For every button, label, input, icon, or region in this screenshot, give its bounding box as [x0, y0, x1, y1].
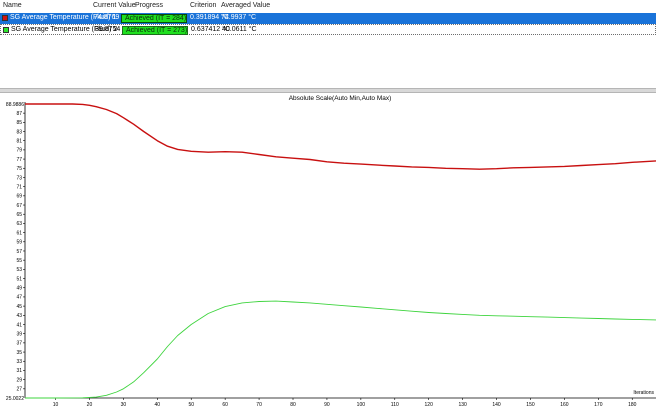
y-tick-label: 77 — [16, 157, 22, 163]
y-tick-label: 85 — [16, 120, 22, 126]
y-tick-label: 55 — [16, 258, 22, 264]
x-tick-label: 110 — [391, 402, 399, 408]
y-tick-label: 57 — [16, 249, 22, 255]
y-tick-label: 65 — [16, 212, 22, 218]
x-tick-label: 40 — [155, 402, 161, 408]
y-tick-label: 61 — [16, 230, 22, 236]
column-header-averaged-value[interactable]: Averaged Value — [221, 2, 270, 9]
x-tick-label: 50 — [188, 402, 194, 408]
column-header-progress[interactable]: Progress — [135, 2, 163, 9]
y-tick-label: 51 — [16, 276, 22, 282]
x-tick-label: 70 — [256, 402, 262, 408]
progress-badge: Achieved (IT = 284) — [121, 14, 187, 23]
y-tick-label: 73 — [16, 175, 22, 181]
x-tick-label: 60 — [222, 402, 228, 408]
y-tick-label: 53 — [16, 267, 22, 273]
column-header-current-value[interactable]: Current Value — [93, 2, 136, 9]
y-tick-label: 29 — [16, 377, 22, 383]
progress-text: Achieved (IT = 284) — [125, 15, 187, 22]
x-tick-label: 100 — [357, 402, 366, 408]
x-tick-label: 120 — [425, 402, 434, 408]
x-tick-label: 130 — [458, 402, 467, 408]
y-tick-label: 67 — [16, 203, 22, 209]
progress-text: Achieved (IT = 273) — [126, 27, 188, 34]
x-tick-label: 170 — [594, 402, 603, 408]
x-tick-label: 30 — [121, 402, 127, 408]
y-tick-label: 87 — [16, 111, 22, 117]
y-tick-label: 27 — [16, 387, 22, 393]
table-row[interactable]: SG Average Temperature (Fluid) 1 74.8769… — [0, 13, 656, 24]
column-header-criterion[interactable]: Criterion — [190, 2, 216, 9]
table-row[interactable]: SG Average Temperature (Fluid) 2 39.8754… — [0, 24, 656, 35]
y-tick-label: 83 — [16, 129, 22, 135]
y-tick-label: 59 — [16, 240, 22, 246]
y-max-label: 88.9886 — [6, 102, 24, 108]
y-tick-label: 37 — [16, 341, 22, 347]
y-tick-label: 81 — [16, 139, 22, 145]
x-tick-label: 160 — [560, 402, 569, 408]
progress-badge: Achieved (IT = 273) — [122, 26, 188, 35]
y-tick-label: 33 — [16, 359, 22, 365]
y-tick-label: 39 — [16, 331, 22, 337]
table-header: Name Current Value Progress Criterion Av… — [0, 0, 656, 12]
y-tick-label: 71 — [16, 184, 22, 190]
x-tick-label: 150 — [526, 402, 535, 408]
x-tick-label: 90 — [324, 402, 330, 408]
temperature-chart: Absolute Scale(Auto Min,Auto Max) 27 29 31… — [0, 93, 656, 409]
y-min-label: 25.0022 — [6, 396, 24, 402]
x-tick-label: 140 — [492, 402, 501, 408]
y-tick-label: 41 — [16, 322, 22, 328]
x-tick-label: 80 — [290, 402, 296, 408]
row-averaged-value: 40.0611 °C — [222, 26, 257, 33]
chart-background — [0, 93, 656, 409]
series-color-swatch — [2, 15, 8, 21]
y-tick-label: 31 — [16, 368, 22, 374]
y-tick-label: 47 — [16, 295, 22, 301]
x-axis-label: Iterations — [633, 390, 654, 396]
y-tick-label: 63 — [16, 221, 22, 227]
y-tick-label: 79 — [16, 148, 22, 154]
x-tick-label: 20 — [87, 402, 93, 408]
y-tick-label: 75 — [16, 166, 22, 172]
y-tick-label: 49 — [16, 286, 22, 292]
chart-title: Absolute Scale(Auto Min,Auto Max) — [289, 95, 392, 102]
y-tick-label: 45 — [16, 304, 22, 310]
x-tick-label: 10 — [53, 402, 59, 408]
series-color-swatch — [3, 27, 9, 33]
row-averaged-value: 74.9937 °C — [221, 14, 257, 21]
x-tick-label: 180 — [628, 402, 637, 408]
y-tick-label: 35 — [16, 350, 22, 356]
y-tick-label: 43 — [16, 313, 22, 319]
y-tick-label: 69 — [16, 194, 22, 200]
column-header-name[interactable]: Name — [3, 2, 22, 9]
monitor-table: Name Current Value Progress Criterion Av… — [0, 0, 656, 88]
